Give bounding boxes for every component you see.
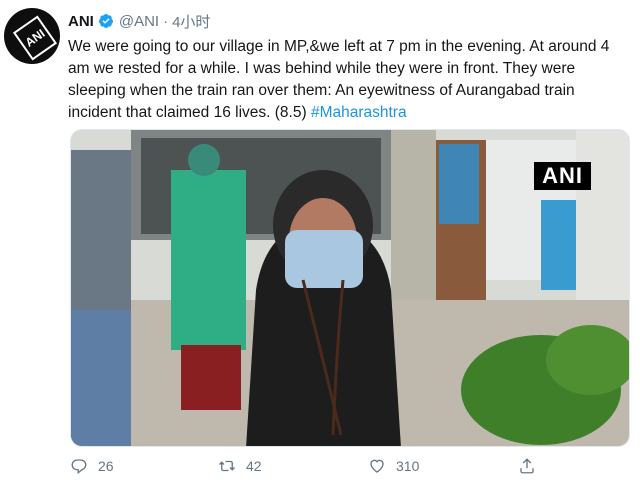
share-icon bbox=[520, 458, 534, 474]
tweet-text: We were going to our village in MP,&we l… bbox=[68, 36, 628, 124]
like-count: 310 bbox=[396, 458, 420, 474]
reply-icon bbox=[71, 459, 87, 475]
heart-icon bbox=[370, 459, 384, 473]
verified-badge-icon bbox=[98, 14, 113, 28]
retweet-count: 42 bbox=[246, 458, 262, 474]
tweet-header: ANI @ANI · 4小时 bbox=[68, 10, 210, 32]
like-button[interactable]: 310 bbox=[368, 457, 419, 475]
reply-count: 26 bbox=[98, 458, 114, 474]
author-handle[interactable]: @ANI bbox=[119, 13, 159, 30]
reply-button[interactable]: 26 bbox=[70, 457, 114, 475]
tweet-timestamp[interactable]: 4小时 bbox=[172, 11, 210, 32]
avatar[interactable]: ANI bbox=[4, 8, 60, 64]
share-button[interactable] bbox=[518, 457, 546, 475]
author-name[interactable]: ANI bbox=[68, 13, 94, 30]
hashtag-link[interactable]: #Maharashtra bbox=[311, 104, 407, 121]
tweet-video[interactable]: ANI bbox=[70, 129, 630, 447]
retweet-icon bbox=[219, 460, 235, 472]
video-watermark: ANI bbox=[534, 162, 591, 190]
retweet-button[interactable]: 42 bbox=[218, 457, 262, 475]
ani-logo: ANI bbox=[12, 15, 58, 61]
separator-dot: · bbox=[163, 12, 169, 30]
tweet-actions: 26 42 310 bbox=[70, 457, 540, 481]
